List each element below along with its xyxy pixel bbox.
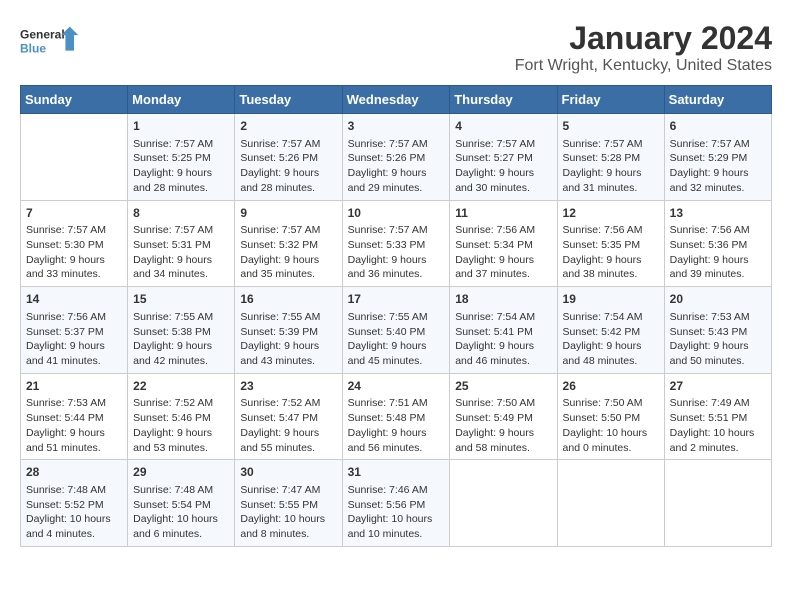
calendar-cell: 13Sunrise: 7:56 AMSunset: 5:36 PMDayligh… <box>664 200 771 287</box>
day-number: 12 <box>563 205 659 222</box>
day-header-sunday: Sunday <box>21 86 128 114</box>
calendar-cell: 8Sunrise: 7:57 AMSunset: 5:31 PMDaylight… <box>128 200 235 287</box>
day-number: 22 <box>133 378 229 395</box>
svg-text:Blue: Blue <box>20 41 46 55</box>
calendar-cell: 12Sunrise: 7:56 AMSunset: 5:35 PMDayligh… <box>557 200 664 287</box>
day-number: 6 <box>670 118 766 135</box>
calendar-cell: 20Sunrise: 7:53 AMSunset: 5:43 PMDayligh… <box>664 287 771 374</box>
logo: General Blue <box>20 20 80 64</box>
day-number: 28 <box>26 464 122 481</box>
day-header-thursday: Thursday <box>450 86 557 114</box>
day-number: 3 <box>348 118 445 135</box>
calendar-header-row: SundayMondayTuesdayWednesdayThursdayFrid… <box>21 86 772 114</box>
day-number: 7 <box>26 205 122 222</box>
calendar-week-3: 14Sunrise: 7:56 AMSunset: 5:37 PMDayligh… <box>21 287 772 374</box>
calendar-cell: 16Sunrise: 7:55 AMSunset: 5:39 PMDayligh… <box>235 287 342 374</box>
calendar-week-1: 1Sunrise: 7:57 AMSunset: 5:25 PMDaylight… <box>21 114 772 201</box>
calendar-cell: 4Sunrise: 7:57 AMSunset: 5:27 PMDaylight… <box>450 114 557 201</box>
day-number: 5 <box>563 118 659 135</box>
day-number: 30 <box>240 464 336 481</box>
day-number: 23 <box>240 378 336 395</box>
day-number: 11 <box>455 205 551 222</box>
calendar-cell: 26Sunrise: 7:50 AMSunset: 5:50 PMDayligh… <box>557 373 664 460</box>
calendar-cell: 5Sunrise: 7:57 AMSunset: 5:28 PMDaylight… <box>557 114 664 201</box>
calendar-cell: 28Sunrise: 7:48 AMSunset: 5:52 PMDayligh… <box>21 460 128 547</box>
calendar-cell: 27Sunrise: 7:49 AMSunset: 5:51 PMDayligh… <box>664 373 771 460</box>
calendar-cell: 11Sunrise: 7:56 AMSunset: 5:34 PMDayligh… <box>450 200 557 287</box>
calendar-cell <box>664 460 771 547</box>
page-header: General Blue January 2024 Fort Wright, K… <box>20 20 772 75</box>
day-header-tuesday: Tuesday <box>235 86 342 114</box>
calendar-cell <box>557 460 664 547</box>
day-number: 18 <box>455 291 551 308</box>
calendar-cell: 24Sunrise: 7:51 AMSunset: 5:48 PMDayligh… <box>342 373 450 460</box>
day-number: 10 <box>348 205 445 222</box>
svg-text:General: General <box>20 28 65 42</box>
calendar-week-5: 28Sunrise: 7:48 AMSunset: 5:52 PMDayligh… <box>21 460 772 547</box>
calendar-cell: 10Sunrise: 7:57 AMSunset: 5:33 PMDayligh… <box>342 200 450 287</box>
calendar-cell <box>450 460 557 547</box>
month-title: January 2024 <box>515 20 772 57</box>
calendar-cell <box>21 114 128 201</box>
day-number: 8 <box>133 205 229 222</box>
calendar-cell: 14Sunrise: 7:56 AMSunset: 5:37 PMDayligh… <box>21 287 128 374</box>
day-number: 13 <box>670 205 766 222</box>
day-number: 14 <box>26 291 122 308</box>
logo-svg: General Blue <box>20 20 80 64</box>
calendar-cell: 30Sunrise: 7:47 AMSunset: 5:55 PMDayligh… <box>235 460 342 547</box>
calendar-cell: 21Sunrise: 7:53 AMSunset: 5:44 PMDayligh… <box>21 373 128 460</box>
calendar-cell: 23Sunrise: 7:52 AMSunset: 5:47 PMDayligh… <box>235 373 342 460</box>
day-number: 21 <box>26 378 122 395</box>
day-number: 16 <box>240 291 336 308</box>
day-header-monday: Monday <box>128 86 235 114</box>
calendar-cell: 3Sunrise: 7:57 AMSunset: 5:26 PMDaylight… <box>342 114 450 201</box>
calendar-table: SundayMondayTuesdayWednesdayThursdayFrid… <box>20 85 772 547</box>
calendar-cell: 7Sunrise: 7:57 AMSunset: 5:30 PMDaylight… <box>21 200 128 287</box>
title-area: January 2024 Fort Wright, Kentucky, Unit… <box>515 20 772 75</box>
day-number: 4 <box>455 118 551 135</box>
calendar-cell: 22Sunrise: 7:52 AMSunset: 5:46 PMDayligh… <box>128 373 235 460</box>
calendar-cell: 19Sunrise: 7:54 AMSunset: 5:42 PMDayligh… <box>557 287 664 374</box>
calendar-cell: 25Sunrise: 7:50 AMSunset: 5:49 PMDayligh… <box>450 373 557 460</box>
calendar-cell: 6Sunrise: 7:57 AMSunset: 5:29 PMDaylight… <box>664 114 771 201</box>
calendar-cell: 1Sunrise: 7:57 AMSunset: 5:25 PMDaylight… <box>128 114 235 201</box>
day-header-saturday: Saturday <box>664 86 771 114</box>
calendar-cell: 31Sunrise: 7:46 AMSunset: 5:56 PMDayligh… <box>342 460 450 547</box>
day-number: 26 <box>563 378 659 395</box>
day-number: 9 <box>240 205 336 222</box>
day-header-friday: Friday <box>557 86 664 114</box>
day-number: 2 <box>240 118 336 135</box>
day-number: 20 <box>670 291 766 308</box>
day-header-wednesday: Wednesday <box>342 86 450 114</box>
day-number: 25 <box>455 378 551 395</box>
day-number: 17 <box>348 291 445 308</box>
calendar-cell: 15Sunrise: 7:55 AMSunset: 5:38 PMDayligh… <box>128 287 235 374</box>
day-number: 15 <box>133 291 229 308</box>
day-number: 27 <box>670 378 766 395</box>
calendar-cell: 29Sunrise: 7:48 AMSunset: 5:54 PMDayligh… <box>128 460 235 547</box>
day-number: 29 <box>133 464 229 481</box>
calendar-week-4: 21Sunrise: 7:53 AMSunset: 5:44 PMDayligh… <box>21 373 772 460</box>
day-number: 24 <box>348 378 445 395</box>
calendar-cell: 9Sunrise: 7:57 AMSunset: 5:32 PMDaylight… <box>235 200 342 287</box>
calendar-cell: 18Sunrise: 7:54 AMSunset: 5:41 PMDayligh… <box>450 287 557 374</box>
calendar-cell: 17Sunrise: 7:55 AMSunset: 5:40 PMDayligh… <box>342 287 450 374</box>
location-title: Fort Wright, Kentucky, United States <box>515 57 772 75</box>
day-number: 31 <box>348 464 445 481</box>
calendar-week-2: 7Sunrise: 7:57 AMSunset: 5:30 PMDaylight… <box>21 200 772 287</box>
calendar-cell: 2Sunrise: 7:57 AMSunset: 5:26 PMDaylight… <box>235 114 342 201</box>
day-number: 1 <box>133 118 229 135</box>
day-number: 19 <box>563 291 659 308</box>
